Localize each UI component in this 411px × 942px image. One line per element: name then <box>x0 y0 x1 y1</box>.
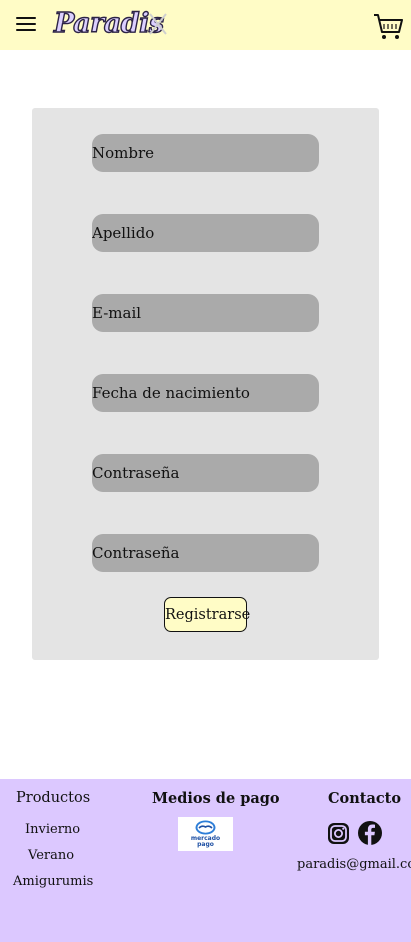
register-button[interactable]: Registrarse <box>164 597 250 632</box>
mercado-pago-logo: mercado pago <box>178 817 233 851</box>
birthdate-input[interactable] <box>92 374 319 412</box>
footer-products-title: Productos <box>16 790 91 806</box>
first-name-input[interactable] <box>92 134 319 172</box>
last-name-input[interactable] <box>92 214 319 252</box>
footer-payment-title: Medios de pago <box>152 790 280 807</box>
confirm-password-input[interactable] <box>92 534 319 572</box>
site-header: Paradis <box>0 0 411 50</box>
contact-email[interactable]: paradis@gmail.com <box>297 857 411 872</box>
mercado-pago-handshake-icon <box>195 820 216 835</box>
footer-link-amigurumis[interactable]: Amigurumis <box>13 874 93 889</box>
registration-form-card: Registrarse <box>32 108 379 660</box>
footer-link-verano[interactable]: Verano <box>28 848 74 863</box>
email-input[interactable] <box>92 294 319 332</box>
password-input[interactable] <box>92 454 319 492</box>
shopping-cart-icon[interactable] <box>372 10 404 42</box>
footer-link-invierno[interactable]: Invierno <box>25 822 80 837</box>
instagram-icon[interactable] <box>328 823 349 844</box>
hamburger-menu-icon[interactable] <box>16 15 36 33</box>
logo-x-mark-icon <box>149 13 167 35</box>
site-footer: Productos Invierno Verano Amigurumis Med… <box>0 779 411 942</box>
facebook-icon[interactable] <box>358 821 382 845</box>
mercado-pago-text: mercado pago <box>190 835 221 848</box>
footer-contact-title: Contacto <box>328 790 402 807</box>
